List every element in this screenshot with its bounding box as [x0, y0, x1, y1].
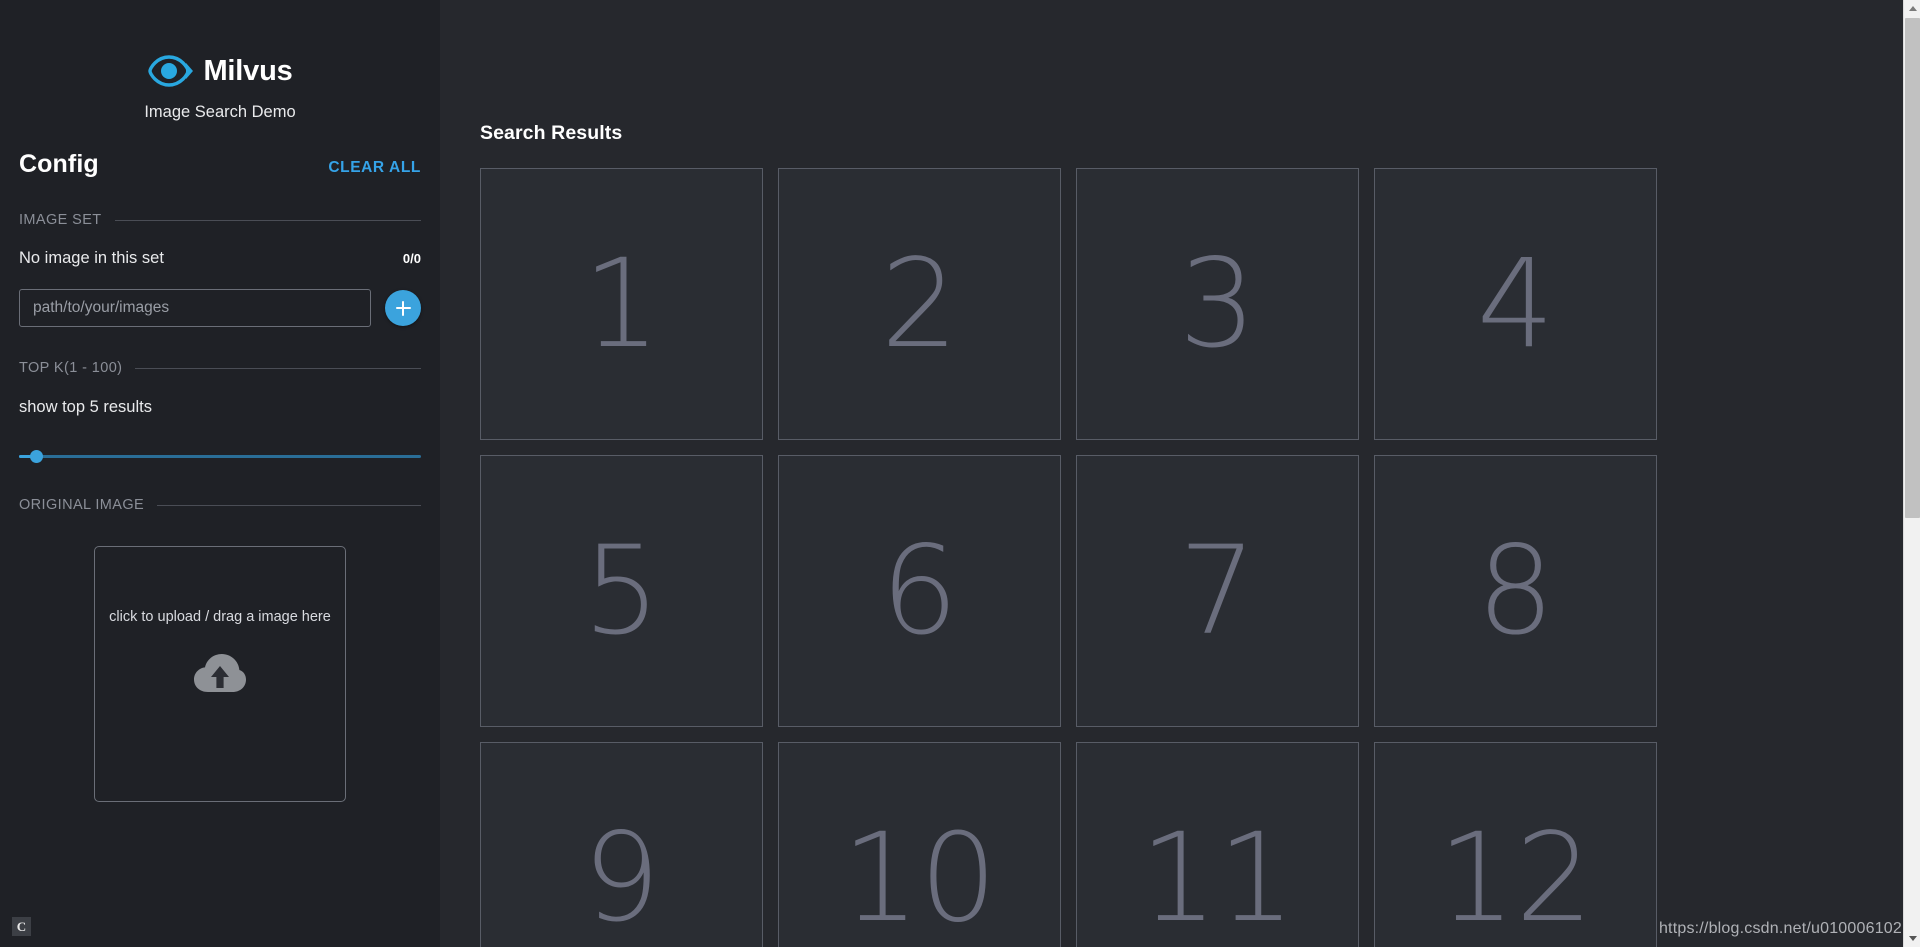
page-scrollbar[interactable]: [1903, 0, 1920, 947]
section-divider: [157, 504, 421, 506]
image-set-status-row: No image in this set 0/0: [0, 249, 440, 268]
result-card[interactable]: 10: [778, 742, 1061, 947]
scroll-up-arrow-icon[interactable]: [1904, 0, 1920, 17]
section-divider: [135, 367, 421, 369]
result-card-label: 9: [582, 807, 661, 947]
image-set-count: 0/0: [402, 251, 421, 266]
image-set-status-text: No image in this set: [19, 249, 164, 267]
slider-thumb[interactable]: [30, 450, 43, 463]
config-header: Config CLEAR ALL: [0, 150, 440, 179]
cloud-upload-icon: [194, 654, 246, 692]
image-upload-dropzone[interactable]: click to upload / drag a image here: [94, 546, 346, 802]
result-card-label: 4: [1476, 233, 1555, 375]
original-image-section-label: ORIGINAL IMAGE: [19, 497, 145, 513]
app-root: Milvus Image Search Demo Config CLEAR AL…: [0, 0, 1920, 947]
top-k-value-text: show top 5 results: [19, 398, 152, 416]
top-k-section-label: TOP K(1 - 100): [19, 360, 123, 376]
brand-subtitle: Image Search Demo: [144, 103, 296, 121]
clear-all-button[interactable]: CLEAR ALL: [328, 159, 421, 177]
image-set-section-header: IMAGE SET: [0, 212, 440, 228]
result-card-label: 11: [1139, 807, 1296, 947]
result-card-label: 7: [1178, 520, 1257, 662]
result-card[interactable]: 5: [480, 455, 763, 727]
scrollbar-thumb[interactable]: [1905, 18, 1920, 518]
result-card[interactable]: 2: [778, 168, 1061, 440]
result-card[interactable]: 7: [1076, 455, 1359, 727]
image-path-row: [0, 289, 440, 327]
search-results-panel: Search Results 1 2 3 4 5 6 7 8 9 10 11 1…: [440, 0, 1920, 947]
result-card[interactable]: 6: [778, 455, 1061, 727]
result-card[interactable]: 9: [480, 742, 763, 947]
milvus-eye-icon: [148, 55, 194, 87]
result-card-label: 2: [880, 233, 959, 375]
result-card[interactable]: 4: [1374, 168, 1657, 440]
result-card[interactable]: 12: [1374, 742, 1657, 947]
result-card-label: 6: [880, 520, 959, 662]
page-title: Search Results: [480, 122, 623, 144]
result-card[interactable]: 8: [1374, 455, 1657, 727]
result-card-label: 12: [1437, 807, 1594, 947]
brand-header: Milvus: [0, 54, 440, 88]
brand-name: Milvus: [203, 54, 293, 87]
section-divider: [114, 219, 421, 221]
top-k-slider[interactable]: [0, 450, 440, 464]
config-sidebar: Milvus Image Search Demo Config CLEAR AL…: [0, 0, 440, 947]
original-image-section-header: ORIGINAL IMAGE: [0, 497, 440, 513]
result-card-label: 10: [841, 807, 998, 947]
result-card-label: 8: [1476, 520, 1555, 662]
result-card[interactable]: 11: [1076, 742, 1359, 947]
upload-dropzone-label: click to upload / drag a image here: [109, 609, 331, 625]
add-image-set-button[interactable]: [385, 290, 421, 326]
corner-badge[interactable]: C: [12, 917, 31, 936]
image-path-input[interactable]: [19, 289, 371, 327]
result-card-label: 1: [582, 233, 661, 375]
result-card-label: 3: [1178, 233, 1257, 375]
result-card[interactable]: 1: [480, 168, 763, 440]
scroll-down-arrow-icon[interactable]: [1904, 930, 1920, 947]
result-card-label: 5: [582, 520, 661, 662]
result-card[interactable]: 3: [1076, 168, 1359, 440]
image-set-section-label: IMAGE SET: [19, 212, 102, 228]
top-k-section-header: TOP K(1 - 100): [0, 360, 440, 376]
config-title: Config: [19, 150, 99, 178]
slider-track[interactable]: [19, 455, 421, 458]
results-grid: 1 2 3 4 5 6 7 8 9 10 11 12: [480, 168, 1920, 947]
